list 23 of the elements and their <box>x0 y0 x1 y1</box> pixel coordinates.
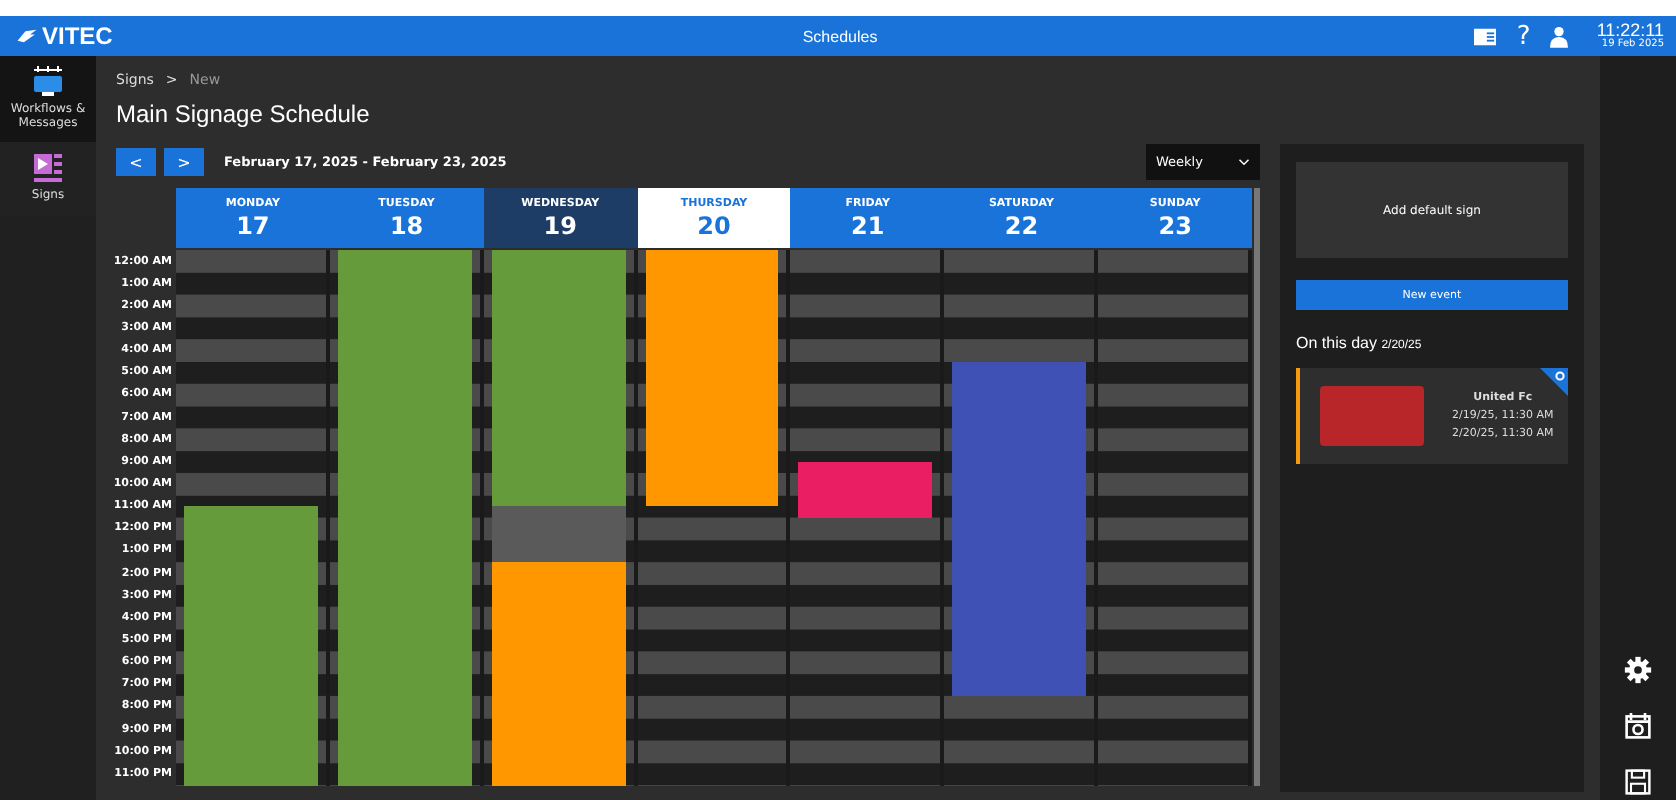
clock-time: 11:22:11 <box>1596 22 1665 40</box>
logo[interactable]: VITEC <box>16 22 803 50</box>
bird-logo-icon <box>16 28 38 44</box>
help-button[interactable]: ? <box>1516 23 1531 49</box>
photo-placeholder <box>1320 386 1424 446</box>
user-icon[interactable] <box>1550 25 1569 47</box>
card-icon[interactable] <box>1474 27 1497 45</box>
page-header-title: Schedules <box>802 27 878 45</box>
scrollbar[interactable] <box>1254 188 1261 786</box>
schedule-event[interactable] <box>798 461 933 518</box>
calendar-gear-icon[interactable] <box>1624 712 1652 740</box>
monitor-icon <box>32 66 64 98</box>
media-icon <box>32 152 64 185</box>
day-column[interactable] <box>176 250 330 786</box>
page-title: Main Signage Schedule <box>116 100 372 128</box>
chevron-down-icon <box>1238 158 1250 166</box>
previous-week-button[interactable]: < <box>116 148 156 176</box>
day-column[interactable] <box>637 250 791 786</box>
next-week-button[interactable]: > <box>164 148 204 176</box>
save-icon[interactable] <box>1624 768 1652 796</box>
day-column[interactable] <box>790 250 945 786</box>
corner-gear-icon[interactable] <box>1540 368 1568 396</box>
settings-icon[interactable] <box>1624 656 1652 684</box>
